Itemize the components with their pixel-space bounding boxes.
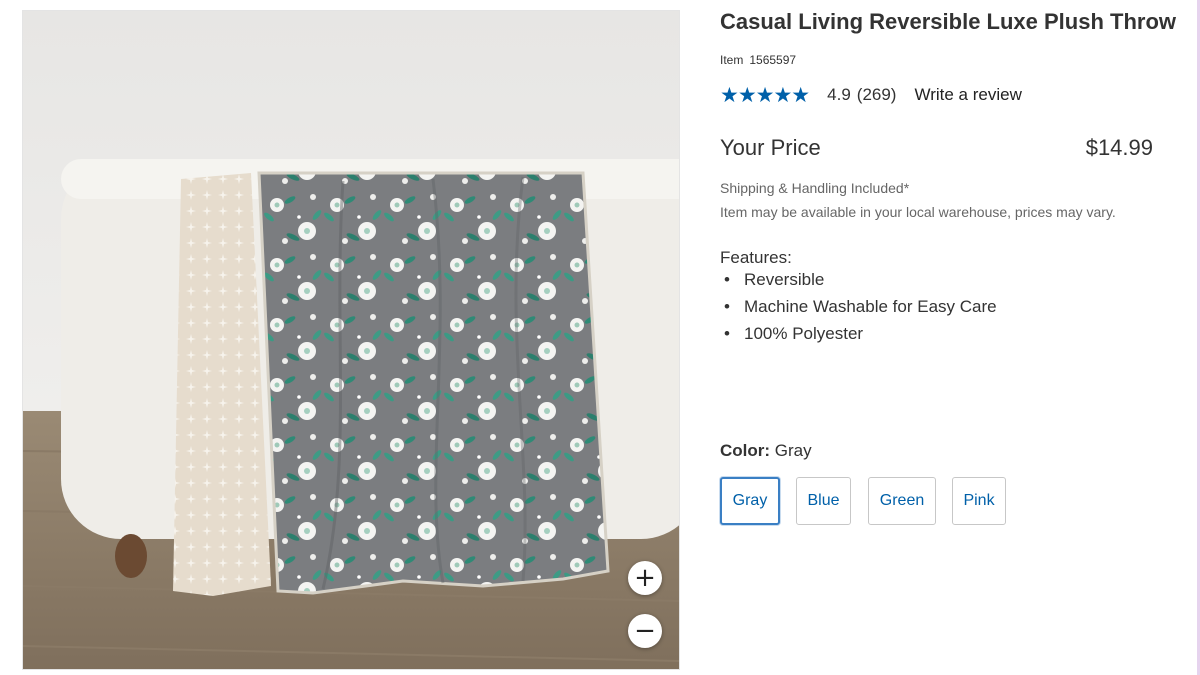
item-label: Item [720, 53, 744, 67]
color-label: Color: [720, 441, 771, 460]
rating-row: ★★★★★ 4.9 (269) Write a review [720, 83, 1022, 107]
color-option-gray[interactable]: Gray [720, 477, 780, 525]
product-title: Casual Living Reversible Luxe Plush Thro… [720, 9, 1177, 34]
item-number: 1565597 [749, 53, 797, 67]
selected-color-value: Gray [774, 441, 812, 460]
zoom-in-icon[interactable]: + [628, 561, 662, 595]
feature-item: Machine Washable for Easy Care [720, 297, 997, 324]
price-row: Your Price $14.99 [720, 135, 1153, 161]
color-option-pink[interactable]: Pink [952, 477, 1006, 525]
price-label: Your Price [720, 135, 821, 160]
feature-item: 100% Polyester [720, 324, 997, 351]
shipping-note: Shipping & Handling Included* [720, 180, 910, 196]
features-list: Reversible Machine Washable for Easy Car… [720, 270, 997, 351]
color-options: Gray Blue Green Pink [720, 477, 1006, 525]
rating-count[interactable]: (269) [857, 85, 897, 105]
product-photo [23, 11, 679, 669]
feature-item: Reversible [720, 270, 997, 297]
star-icon[interactable]: ★★★★★ [720, 83, 810, 107]
features-label: Features: [720, 248, 792, 267]
color-option-green[interactable]: Green [868, 477, 936, 525]
product-image[interactable]: + − [22, 10, 680, 670]
price-amount: $14.99 [1085, 135, 1153, 160]
availability-note: Item may be available in your local ware… [720, 204, 1116, 220]
zoom-out-icon[interactable]: − [628, 614, 662, 648]
rating-value[interactable]: 4.9 [827, 85, 851, 105]
product-details: Casual Living Reversible Luxe Plush Thro… [720, 0, 1190, 675]
color-option-blue[interactable]: Blue [796, 477, 851, 525]
write-review-link[interactable]: Write a review [914, 85, 1021, 105]
item-number-line: Item 1565597 [720, 53, 796, 67]
color-selection-label: Color: Gray [720, 441, 812, 461]
